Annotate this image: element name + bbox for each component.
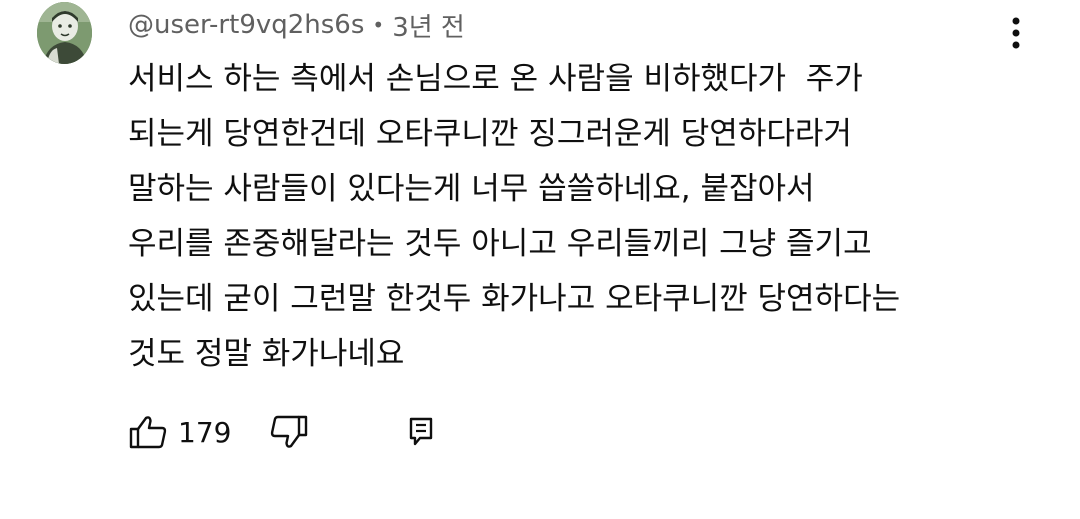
- dislike-button[interactable]: [269, 408, 309, 456]
- comment-line: 서비스 하는 측에서 손님으로 온 사람을 비하했다가 주가: [128, 61, 863, 97]
- thumb-up-icon: [129, 416, 167, 449]
- reply-comment-icon: [410, 417, 433, 446]
- comment-time[interactable]: 3년 전: [392, 7, 465, 44]
- comment-line: 있는데 굳이 그런말 한것두 화가나고 오타쿠니깐 당연하다는: [128, 281, 901, 317]
- comment-line: 되는게 당연한건데 오타쿠니깐 징그러운게 당연하다라거: [128, 116, 852, 152]
- comment-line: 것도 정말 화가나네요: [128, 336, 405, 372]
- comment: @user-rt9vq2hs6s • 3년 전 서비스 하는 측에서 손님으로 …: [0, 0, 1080, 519]
- avatar[interactable]: [37, 2, 92, 64]
- comment-line: 말하는 사람들이 있다는게 너무 씁쓸하네요, 붙잡아서: [128, 171, 815, 207]
- more-options-button[interactable]: [1000, 12, 1032, 54]
- like-button[interactable]: [128, 408, 168, 456]
- like-count: 179: [178, 415, 232, 449]
- comment-line: 우리를 존중해달라는 것두 아니고 우리들끼리 그냥 즐기고: [128, 226, 872, 262]
- more-vertical-icon: [1012, 17, 1020, 49]
- avatar-image: [37, 2, 92, 64]
- thumb-down-icon: [271, 415, 308, 448]
- comment-body: 서비스 하는 측에서 손님으로 온 사람을 비하했다가 주가 되는게 당연한건데…: [128, 52, 1028, 382]
- comment-meta: @user-rt9vq2hs6s • 3년 전: [128, 6, 465, 44]
- comment-actions: 179: [128, 408, 437, 456]
- reply-button[interactable]: [405, 408, 437, 456]
- author-name[interactable]: @user-rt9vq2hs6s: [128, 10, 364, 40]
- meta-separator: •: [372, 13, 385, 37]
